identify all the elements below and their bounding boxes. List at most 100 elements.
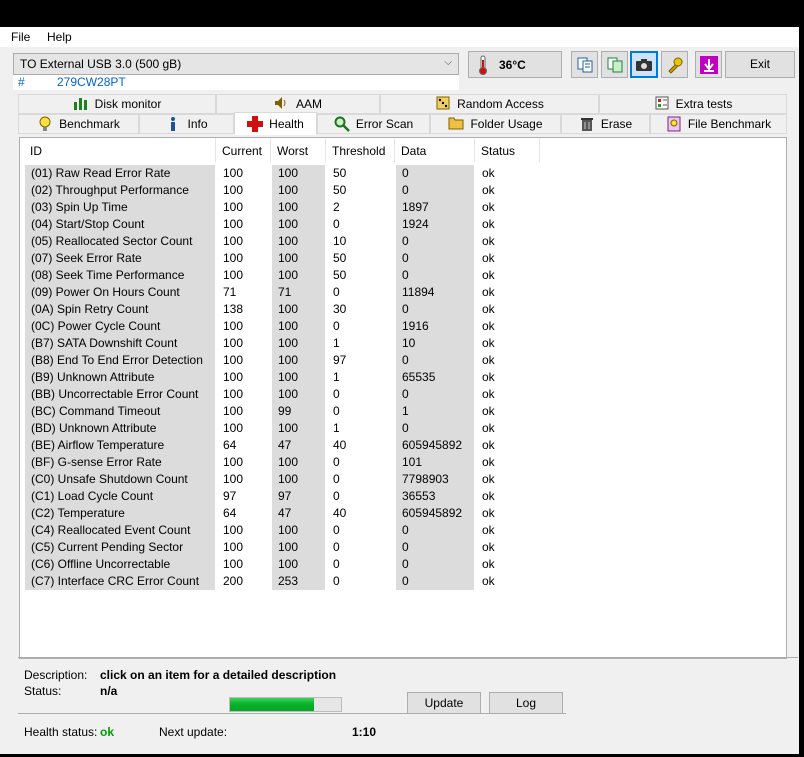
table-cell: (B8) End To End Error Detection [25, 352, 215, 369]
table-cell: 64 [223, 438, 237, 452]
table-cell: 100 [272, 165, 325, 182]
table-cell: 100 [223, 455, 244, 469]
table-cell: 50 [333, 268, 347, 282]
column-header[interactable]: Worst [271, 138, 326, 162]
table-cell: ok [482, 421, 495, 435]
menu-help[interactable]: Help [47, 30, 72, 44]
table-cell: 100 [272, 556, 325, 573]
table-cell: 100 [272, 250, 325, 267]
table-cell: 0 [396, 267, 474, 284]
table-cell: ok [482, 217, 495, 231]
serial-number: 279CW28PT [57, 75, 126, 89]
table-cell: 0 [333, 540, 340, 554]
table-cell: 2 [333, 200, 340, 214]
table-cell: 100 [272, 454, 325, 471]
tab-info[interactable]: Info [139, 114, 234, 134]
copy-image-button[interactable] [601, 51, 628, 78]
screenshot-button[interactable] [630, 51, 658, 78]
health-status-value: ok [100, 725, 115, 739]
column-header[interactable]: Status [475, 138, 540, 162]
table-cell: ok [482, 387, 495, 401]
update-progress-bar [229, 697, 342, 712]
table-cell: 97 [272, 488, 325, 505]
table-cell: (BB) Uncorrectable Error Count [25, 386, 215, 403]
trash-icon [579, 116, 595, 132]
table-cell: (09) Power On Hours Count [25, 284, 215, 301]
table-cell: 0 [396, 352, 474, 369]
table-cell: (C4) Reallocated Event Count [25, 522, 215, 539]
table-cell: ok [482, 166, 495, 180]
table-cell: (04) Start/Stop Count [25, 216, 215, 233]
table-cell: 0 [396, 165, 474, 182]
table-cell: ok [482, 285, 495, 299]
table-cell: (08) Seek Time Performance [25, 267, 215, 284]
table-cell: 100 [223, 523, 244, 537]
table-cell: 605945892 [396, 505, 474, 522]
table-cell: (BD) Unknown Attribute [25, 420, 215, 437]
description-value: click on an item for a detailed descript… [100, 668, 337, 682]
table-cell: 100 [223, 370, 244, 384]
menu-file[interactable]: File [11, 30, 30, 44]
tab-file-benchmark[interactable]: File Benchmark [650, 114, 787, 134]
column-header[interactable]: Data [395, 138, 475, 162]
tab-random-access[interactable]: Random Access [380, 94, 599, 114]
camera-icon [636, 58, 652, 71]
tab-label: Folder Usage [470, 117, 543, 131]
tab-folder-usage[interactable]: Folder Usage [430, 114, 561, 134]
table-cell: ok [482, 268, 495, 282]
tab-aam[interactable]: AAM [216, 94, 380, 114]
table-cell: 36553 [396, 488, 474, 505]
table-cell: 11894 [396, 284, 474, 301]
tab-label: Disk monitor [94, 97, 162, 111]
tab-label: File Benchmark [687, 117, 772, 131]
magnifier-icon [334, 116, 350, 132]
menu-bar: File Help [0, 27, 799, 47]
table-cell: 100 [272, 386, 325, 403]
tab-benchmark[interactable]: Benchmark [18, 114, 139, 134]
table-cell: 100 [223, 166, 244, 180]
table-cell: (01) Raw Read Error Rate [25, 165, 215, 182]
panel-divider [18, 657, 798, 658]
log-button[interactable]: Log [489, 692, 563, 714]
update-countdown: 1:10 [352, 725, 377, 739]
chart-icon [73, 96, 89, 112]
table-cell: 1916 [396, 318, 474, 335]
table-cell: 0 [396, 386, 474, 403]
tab-extra-tests[interactable]: Extra tests [599, 94, 787, 114]
temperature-value: 36°C [499, 58, 526, 72]
tab-error-scan[interactable]: Error Scan [317, 114, 430, 134]
wrench-icon [667, 57, 682, 74]
tab-disk-monitor[interactable]: Disk monitor [18, 94, 216, 114]
table-cell: 0 [396, 420, 474, 437]
table-cell: 30 [333, 302, 347, 316]
table-cell: 0 [396, 301, 474, 318]
progress-fill [230, 698, 315, 711]
download-arrow-icon [699, 55, 718, 74]
table-cell: 100 [272, 199, 325, 216]
exit-button[interactable]: Exit [725, 51, 795, 78]
table-cell: 100 [272, 216, 325, 233]
table-cell: 40 [333, 506, 347, 520]
table-cell: 100 [272, 471, 325, 488]
smart-attributes-table[interactable]: ID Current Worst Threshold Data Status (01) Ra… [19, 137, 787, 659]
table-cell: (C5) Current Pending Sector [25, 539, 215, 556]
update-button[interactable]: Update [407, 692, 481, 714]
save-button[interactable] [695, 51, 722, 78]
table-cell: ok [482, 489, 495, 503]
column-header[interactable]: ID [24, 138, 216, 162]
tab-health[interactable]: Health [234, 112, 317, 135]
tools-button[interactable] [661, 51, 688, 78]
table-cell: 0 [396, 539, 474, 556]
tab-label: Error Scan [355, 117, 414, 131]
table-cell: 0 [396, 182, 474, 199]
tab-erase[interactable]: Erase [561, 114, 650, 134]
table-cell: 100 [272, 301, 325, 318]
table-cell: (C1) Load Cycle Count [25, 488, 215, 505]
column-header[interactable]: Current [216, 138, 271, 162]
table-cell: 100 [272, 522, 325, 539]
column-header[interactable]: Threshold [326, 138, 395, 162]
table-cell: (C6) Offline Uncorrectable [25, 556, 215, 573]
temperature-display[interactable]: 36°C [468, 51, 562, 78]
drive-dropdown[interactable]: TO External USB 3.0 (500 gB) ⌵ [13, 53, 459, 75]
copy-text-button[interactable] [571, 51, 598, 78]
